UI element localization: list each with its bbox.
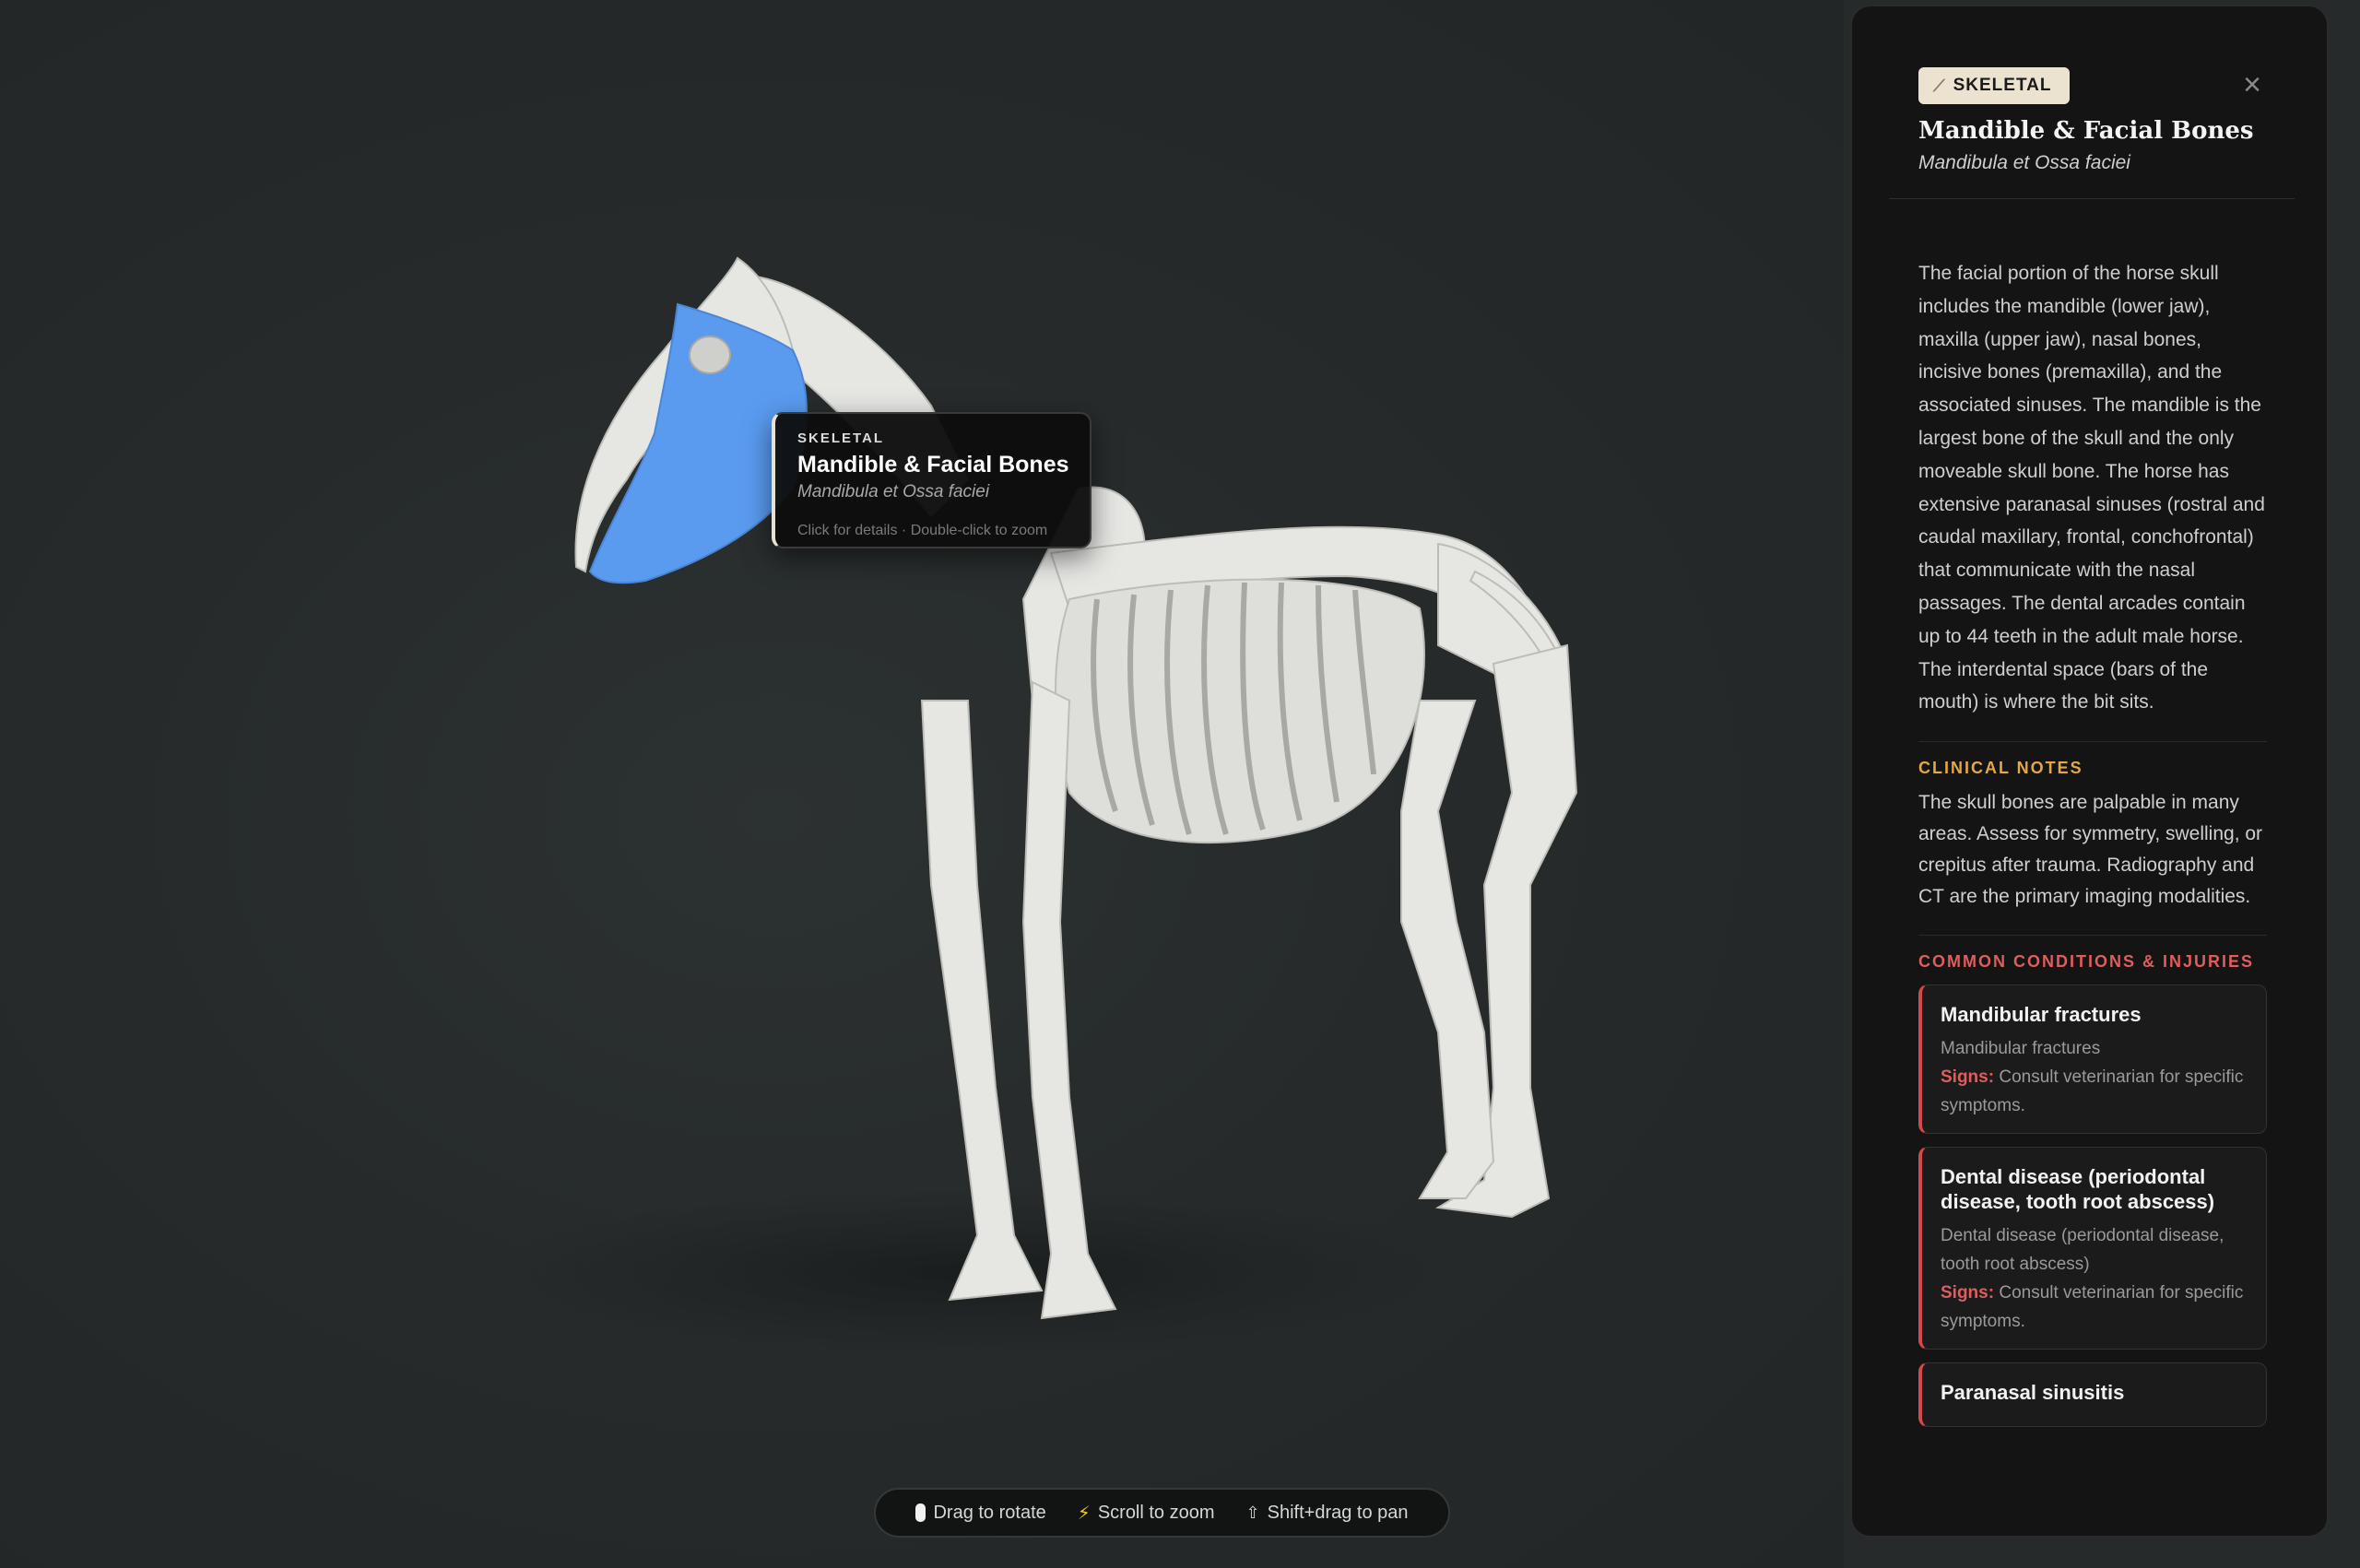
signs-label: Signs:	[1941, 1283, 1995, 1303]
3d-viewport[interactable]: SKELETAL Mandible & Facial Bones Mandibu…	[0, 0, 1844, 1568]
mouse-icon	[915, 1503, 926, 1522]
hint-zoom: ⚡ Scroll to zoom	[1078, 1502, 1215, 1525]
hint-pan-label: Shift+drag to pan	[1267, 1502, 1409, 1523]
clinical-notes-text: The skull bones are palpable in many are…	[1918, 792, 2263, 908]
tooltip-title: Mandible & Facial Bones	[797, 452, 1069, 477]
panel-title: Mandible & Facial Bones	[1918, 117, 2254, 145]
condition-title: Paranasal sinusitis	[1941, 1381, 2125, 1405]
tooltip-latin-name: Mandibula et Ossa faciei	[797, 482, 990, 501]
panel-body[interactable]: The facial portion of the horse skull in…	[1918, 257, 2267, 1428]
divider	[1918, 741, 2267, 743]
category-badge: ⟋ SKELETAL	[1918, 67, 2071, 104]
condition-signs: Signs: Consult veterinarian for specific…	[1941, 1279, 2248, 1336]
hind-leg-right	[1400, 700, 1495, 1199]
signs-label: Signs:	[1941, 1067, 1995, 1088]
detail-panel: ⟋ SKELETAL × Mandible & Facial Bones Man…	[1850, 5, 2329, 1538]
bone-icon: ⟋	[1933, 76, 1946, 95]
hint-rotate-label: Drag to rotate	[933, 1502, 1046, 1523]
clinical-notes-heading: CLINICAL NOTES	[1918, 759, 2083, 778]
tooltip-hint: Click for details · Double-click to zoom	[797, 523, 1048, 538]
condition-card[interactable]: Dental disease (periodontal disease, too…	[1918, 1147, 2267, 1350]
close-icon[interactable]: ×	[2236, 69, 2268, 100]
horse-skeleton-model[interactable]	[0, 0, 1844, 1568]
tooltip-category: SKELETAL	[797, 430, 885, 446]
panel-header: ⟋ SKELETAL × Mandible & Facial Bones Man…	[1852, 6, 2327, 198]
condition-title: Mandibular fractures	[1941, 1003, 2142, 1027]
shift-icon: ⇧	[1245, 1503, 1260, 1522]
panel-latin-name: Mandibula et Ossa faciei	[1918, 152, 2130, 173]
header-divider	[1889, 198, 2295, 199]
controls-hint-bar: Drag to rotate ⚡ Scroll to zoom ⇧ Shift+…	[874, 1488, 1450, 1538]
hover-tooltip: SKELETAL Mandible & Facial Bones Mandibu…	[772, 412, 1092, 548]
description-text: The facial portion of the horse skull in…	[1918, 263, 2265, 713]
hint-pan: ⇧ Shift+drag to pan	[1246, 1503, 1409, 1524]
divider	[1918, 935, 2267, 937]
conditions-heading: COMMON CONDITIONS & INJURIES	[1918, 952, 2255, 972]
condition-card[interactable]: Mandibular fractures Mandibular fracture…	[1918, 984, 2267, 1135]
condition-description: Dental disease (periodontal disease, too…	[1941, 1226, 2224, 1275]
hint-zoom-label: Scroll to zoom	[1097, 1502, 1215, 1523]
eye-socket	[689, 336, 731, 374]
category-badge-label: SKELETAL	[1953, 76, 2052, 95]
condition-card[interactable]: Paranasal sinusitis	[1918, 1362, 2267, 1428]
bolt-icon: ⚡	[1077, 1503, 1091, 1524]
condition-title: Dental disease (periodontal disease, too…	[1941, 1165, 2215, 1214]
hint-rotate: Drag to rotate	[915, 1502, 1046, 1524]
condition-description: Mandibular fractures	[1941, 1039, 2101, 1059]
condition-signs: Signs: Consult veterinarian for specific…	[1941, 1063, 2248, 1120]
